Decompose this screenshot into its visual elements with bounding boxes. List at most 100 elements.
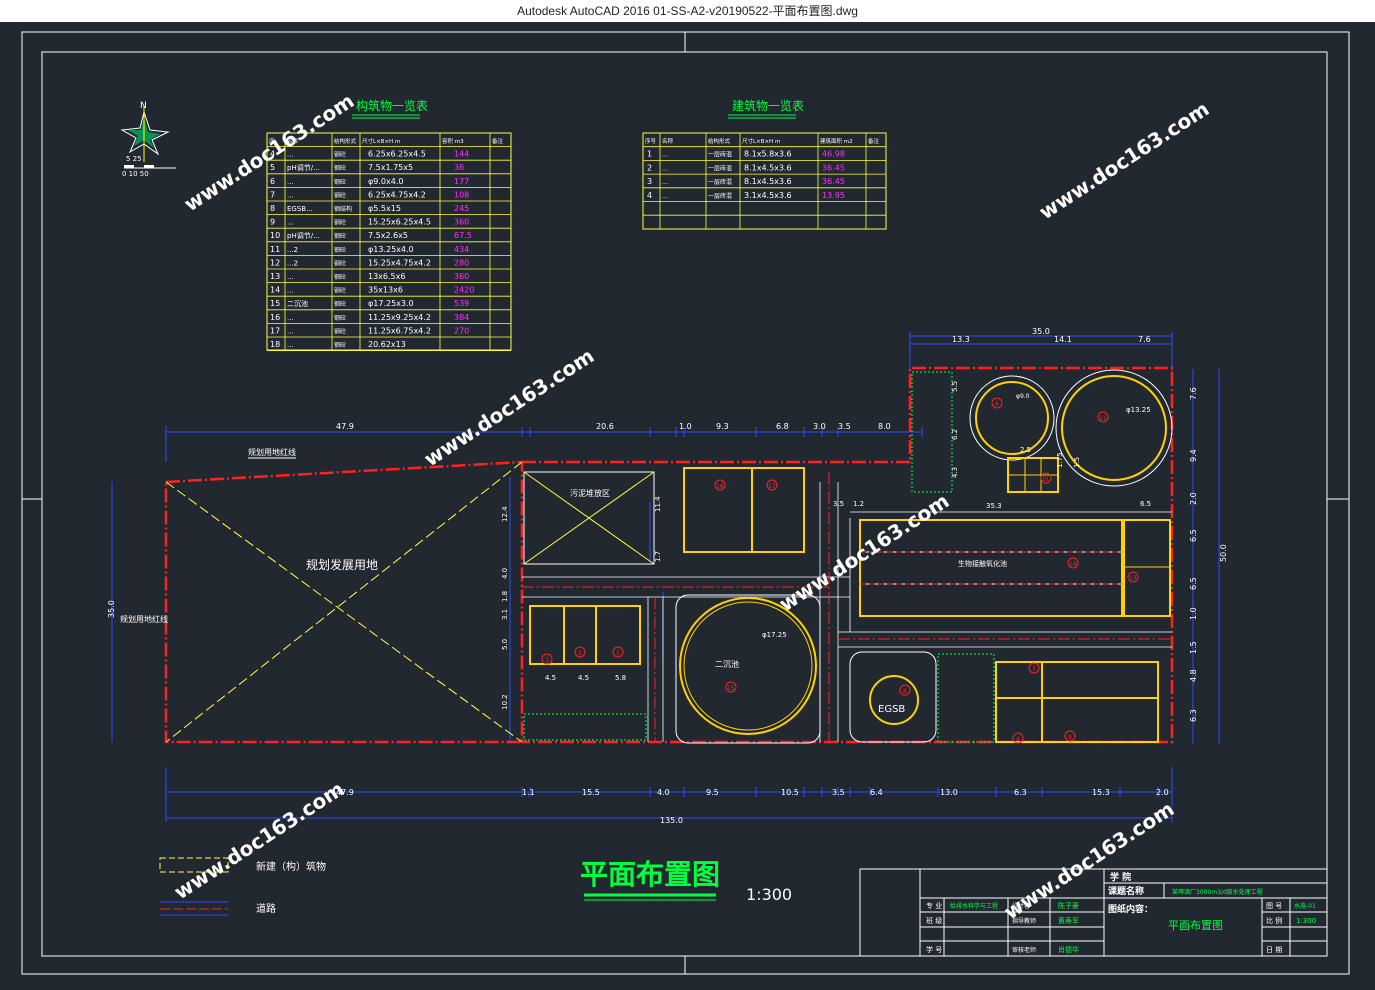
dim-bottom: 15.5 (582, 788, 600, 797)
cell-no: 4 (647, 191, 652, 200)
cell-volume: 2420 (454, 286, 474, 295)
tag-17: 17 (768, 483, 776, 490)
cell-volume: 108 (454, 190, 469, 199)
cell-size: 7.5x1.75x5 (368, 163, 413, 172)
planned-land-label: 规划发展用地 (306, 557, 378, 572)
cell-area: 46.98 (822, 150, 845, 159)
dim-inner: 6.2 (951, 429, 959, 440)
header-cell: 备注 (492, 137, 504, 145)
cell-name: ... (287, 327, 294, 335)
cell-name: ... (287, 219, 294, 227)
egsb-reactor[interactable]: EGSB 8 (849, 651, 937, 743)
watermarks: www.doc163.com www.doc163.com www.doc163… (170, 89, 1214, 925)
cell-size: φ9.0x4.0 (368, 177, 403, 186)
cell-name: ... (287, 178, 294, 186)
dim-inner: 1.2 (853, 500, 864, 508)
dim-inner: 6.5 (1140, 500, 1151, 508)
tb-content-label: 图纸内容： (1108, 903, 1153, 915)
cell-form: 钢砼 (334, 191, 346, 199)
dim-inner: 4.5 (578, 674, 589, 682)
cell-no: 17 (270, 326, 280, 335)
tag-1: 1 (616, 650, 620, 657)
scale-bar-top: 5 25 (126, 155, 142, 163)
dim-top: 3.5 (838, 422, 851, 431)
dim-right: 1.5 (1189, 641, 1198, 654)
cell-no: 18 (270, 340, 280, 349)
tag-7: 7 (1032, 666, 1036, 673)
structure-bottom-right[interactable]: 7 4 9 (995, 661, 1159, 744)
cell-volume: 539 (454, 299, 469, 308)
cell-form: 钢砼 (334, 232, 346, 240)
dim-inner: 1.75 (1056, 452, 1064, 468)
cell-size: 7.5x2.6x5 (368, 231, 408, 240)
cell-volume: 67.5 (454, 231, 472, 240)
header-cell: 备注 (868, 137, 880, 145)
scale-bar: 5 25 0 10 50 (122, 155, 176, 178)
scale-bar-bottom: 0 10 50 (122, 170, 149, 178)
dim-inner: 4.0 (501, 568, 509, 579)
main-title-text: 平面布置图 (580, 858, 720, 891)
buildings-table[interactable]: 建筑物一览表 序号 名称 结构形式 尺寸L×B×H m 建筑面积 m2 备注 1... 一层砖… (642, 98, 887, 230)
tb-row2-label: 学 号 (926, 945, 942, 954)
tb-right-label-1: 比 例 (1266, 916, 1282, 925)
structures-table-title: 构筑物一览表 (356, 98, 428, 113)
cell-no: 14 (270, 286, 280, 295)
structure-5-10[interactable]: 10 (1007, 457, 1059, 493)
cell-size: 3.1x4.5x3.6 (744, 191, 792, 200)
cell-name: ...2 (287, 246, 298, 254)
egsb-label: EGSB (878, 704, 905, 715)
cell-name: ... (287, 314, 294, 322)
buildings-table-title: 建筑物一览表 (732, 98, 804, 113)
dim-inner: 4.5 (545, 674, 556, 682)
planned-land: 规划发展用地 规划用地红线 规划用地红线 (120, 447, 523, 743)
dim-inner: 35.3 (986, 502, 1002, 510)
cell-form: 钢砼 (334, 151, 346, 159)
cell-form: 一层砖混 (708, 151, 732, 159)
tb-right-value-1: 1:300 (1296, 917, 1316, 925)
dim-inner: 5.0 (501, 639, 509, 650)
structure-16-17[interactable]: 16 17 (683, 467, 805, 553)
cell-size: 15.25x6.25x4.5 (368, 218, 431, 227)
cell-form: 钢砼 (334, 341, 346, 349)
tb-row2-value2: 肖德华 (1058, 945, 1079, 954)
tb-content-value: 平面布置图 (1168, 919, 1223, 932)
tag-10: 10 (1042, 477, 1048, 483)
aeration-tank-label: 生物接触氧化池 (958, 559, 1007, 568)
office-buildings[interactable]: 3 2 1 (529, 605, 641, 665)
legend-road: 道路 (256, 902, 276, 915)
dim-right: 6.3 (1189, 709, 1198, 722)
green-areas (523, 371, 995, 743)
header-cell: 尺寸L×B×H m (362, 137, 400, 145)
dim-bottom: 6.4 (870, 788, 883, 797)
tank-6[interactable]: 6 φ9.0 (969, 375, 1055, 461)
cell-size: 8.1x4.5x3.6 (744, 177, 792, 186)
dim-top-right: 7.6 (1138, 335, 1151, 344)
cell-size: 11.25x9.25x4.2 (368, 313, 431, 322)
dim-bottom: 10.5 (781, 788, 799, 797)
cell-form: 钢砼 (334, 164, 346, 172)
cell-no: 10 (270, 231, 280, 240)
cell-volume: 384 (454, 313, 469, 322)
dim-top: 47.9 (336, 422, 354, 431)
cell-name: pH调节/... (287, 163, 320, 172)
secondary-clarifier[interactable]: 二沉池 φ17.25 15 (675, 594, 821, 744)
dim-right: 9.4 (1189, 449, 1198, 462)
title-block[interactable]: 学 院 课题名称 某啤酒厂3000m3/d废水处理工程 图纸内容： 平面布置图 … (859, 868, 1328, 957)
window-title: Autodesk AutoCAD 2016 01-SS-A2-v20190522… (0, 0, 1375, 22)
tb-row0-value: 给排水科学与工程 (950, 902, 998, 910)
cell-size: 6.25x4.75x4.2 (368, 190, 426, 199)
dim-inner: 1.7 (654, 551, 662, 562)
tag-2: 2 (578, 650, 582, 657)
cell-volume: 270 (454, 326, 469, 335)
cell-form: 钢砼 (334, 273, 346, 281)
dim-top-total: 35.0 (1032, 327, 1050, 336)
dim-bottom: 13.0 (940, 788, 958, 797)
dim-top: 1.0 (679, 422, 692, 431)
drawing-canvas[interactable]: N 5 25 0 10 50 构筑物一览表 序名称 结构形式 尺寸L×B×H m 容积… (0, 22, 1375, 986)
sludge-yard[interactable]: 污泥堆放区 (523, 471, 655, 565)
dim-bottom: 6.3 (1014, 788, 1027, 797)
header-cell: 结构形式 (334, 137, 357, 145)
dim-bottom: 9.5 (706, 788, 719, 797)
cell-name: pH调节/... (287, 231, 320, 240)
cell-form: 钢砼 (334, 219, 346, 227)
